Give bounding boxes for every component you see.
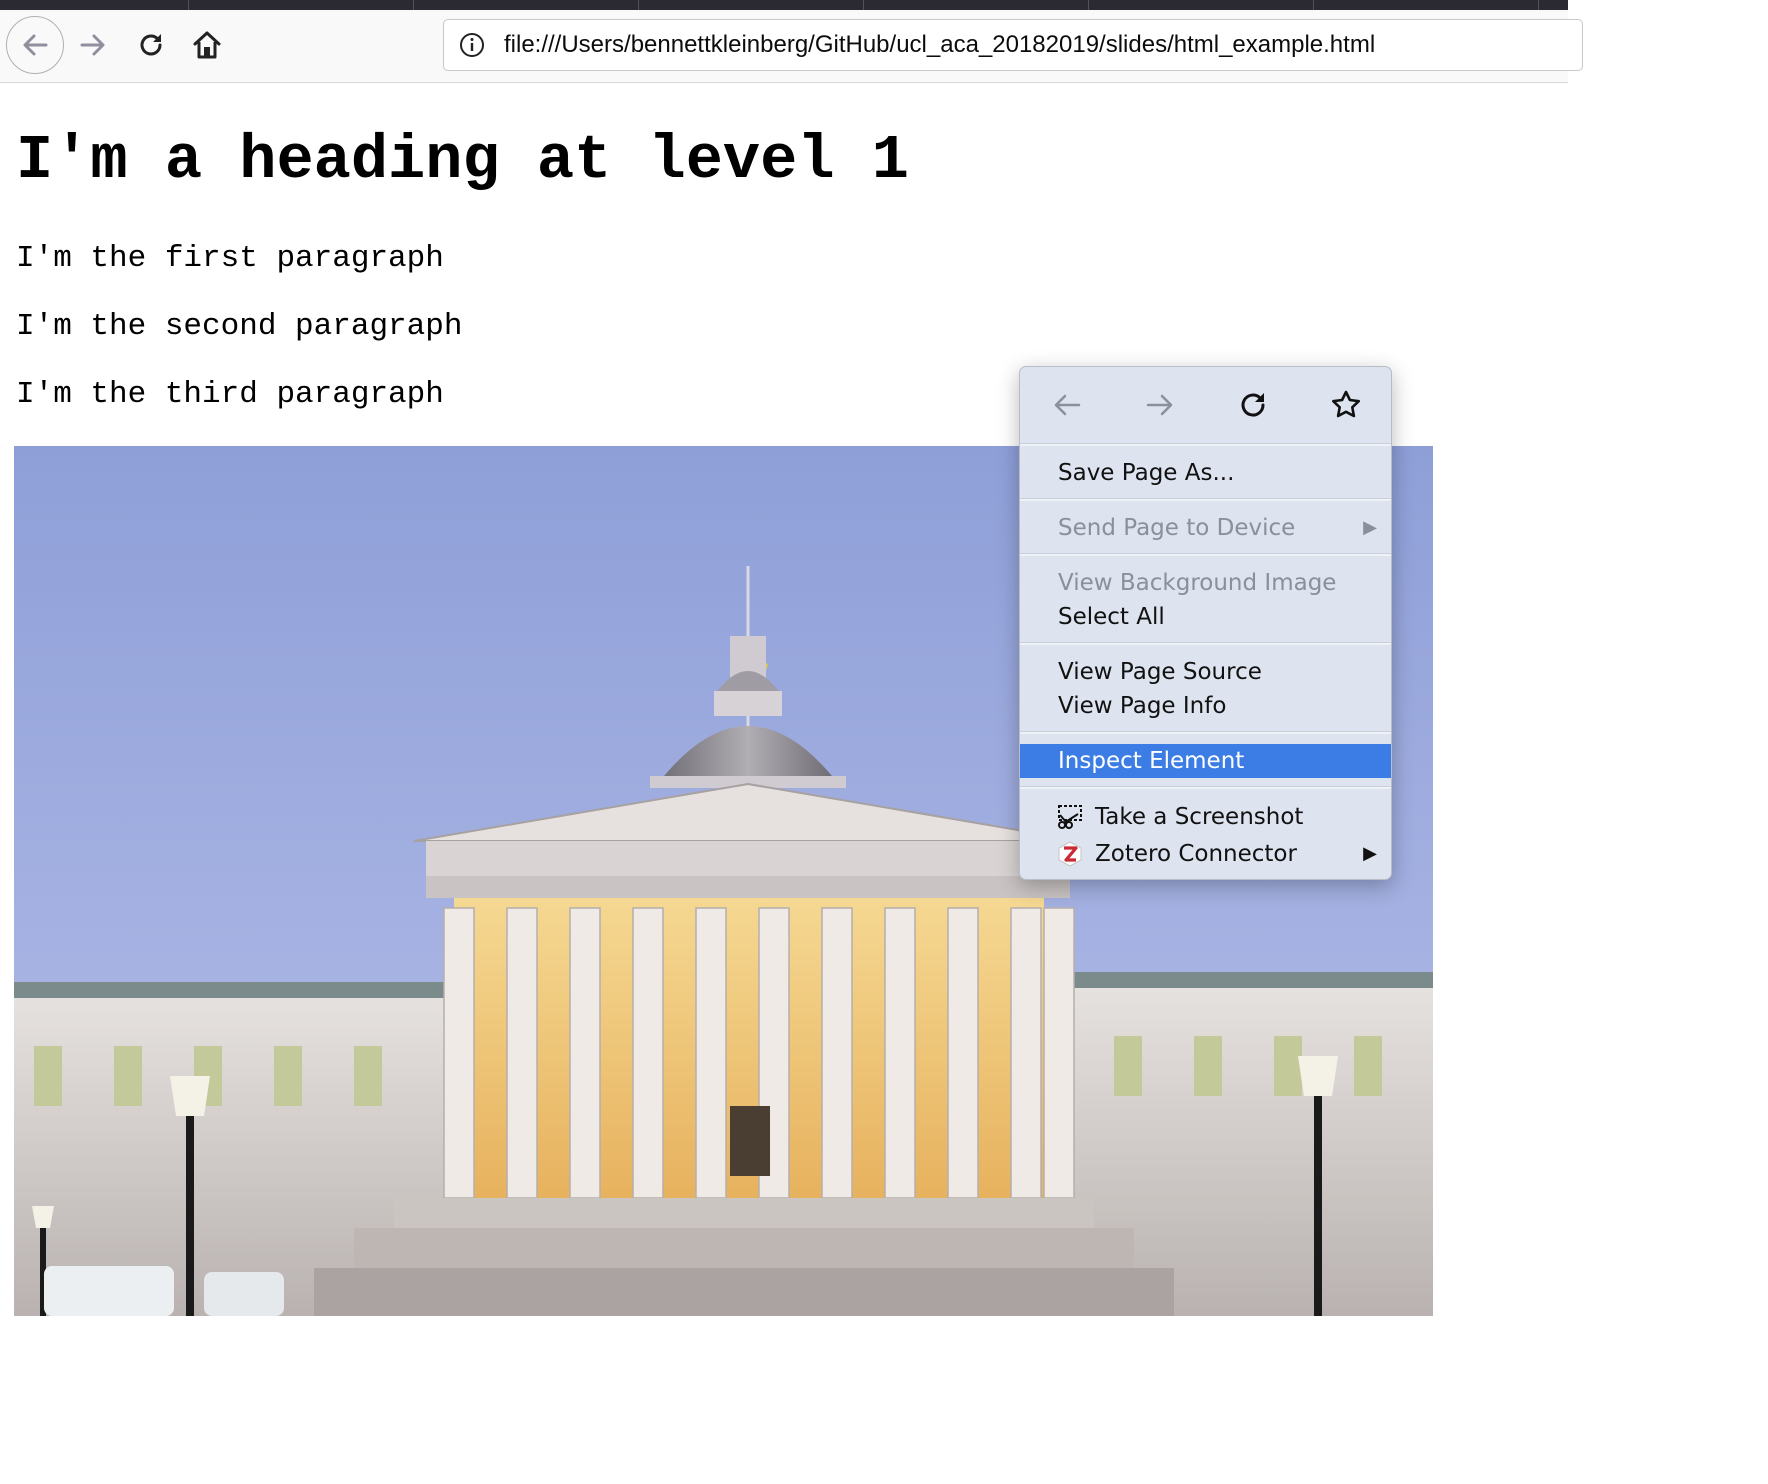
menu-item-select-all[interactable]: Select All — [1020, 600, 1391, 634]
info-icon[interactable] — [458, 31, 486, 59]
zotero-icon — [1058, 841, 1082, 867]
menu-separator — [1020, 498, 1391, 501]
submenu-arrow-icon: ▶ — [1363, 843, 1377, 864]
home-icon — [193, 31, 221, 59]
tab[interactable] — [864, 0, 1089, 10]
menu-item-view-background-image[interactable]: View Background Image — [1020, 566, 1391, 600]
menu-item-label: Send Page to Device — [1058, 515, 1296, 541]
back-button[interactable] — [6, 16, 64, 74]
forward-icon — [1146, 394, 1173, 416]
address-bar[interactable]: file:///Users/bennettkleinberg/GitHub/uc… — [443, 19, 1583, 71]
menu-item-label: Zotero Connector — [1095, 841, 1297, 867]
menu-item-take-screenshot[interactable]: Take a Screenshot — [1020, 800, 1391, 834]
reload-icon — [1241, 393, 1265, 417]
back-icon — [1054, 394, 1081, 416]
menu-item-label: View Background Image — [1058, 570, 1337, 596]
home-button[interactable] — [178, 16, 236, 74]
context-back-button[interactable] — [1047, 385, 1087, 425]
context-forward-button[interactable] — [1140, 385, 1180, 425]
menu-separator — [1020, 553, 1391, 556]
context-menu: Save Page As... Send Page to Device ▶ Vi… — [1019, 366, 1392, 880]
paragraph-2: I'm the second paragraph — [16, 309, 463, 344]
context-bookmark-button[interactable] — [1326, 385, 1366, 425]
menu-item-label: View Page Info — [1058, 693, 1227, 719]
tab[interactable] — [0, 0, 189, 10]
menu-item-zotero-connector[interactable]: Zotero Connector ▶ — [1020, 837, 1391, 871]
menu-item-inspect-element[interactable]: Inspect Element — [1020, 744, 1391, 778]
page-heading: I'm a heading at level 1 — [16, 125, 909, 196]
reload-icon — [140, 34, 162, 56]
reload-button[interactable] — [122, 16, 180, 74]
submenu-arrow-icon: ▶ — [1363, 517, 1377, 538]
tab[interactable] — [414, 0, 639, 10]
forward-arrow-icon — [80, 34, 105, 56]
menu-item-send-page-to-device[interactable]: Send Page to Device ▶ — [1020, 511, 1391, 545]
back-arrow-icon — [23, 34, 48, 56]
tab[interactable] — [1089, 0, 1314, 10]
navigation-toolbar: file:///Users/bennettkleinberg/GitHub/uc… — [0, 10, 1583, 83]
menu-separator — [1020, 642, 1391, 645]
menu-separator — [1020, 443, 1391, 446]
menu-separator — [1020, 786, 1391, 789]
menu-separator — [1020, 731, 1391, 734]
tab-strip — [0, 0, 1568, 10]
tab[interactable] — [189, 0, 414, 10]
menu-item-label: View Page Source — [1058, 659, 1262, 685]
menu-item-save-page-as[interactable]: Save Page As... — [1020, 456, 1391, 490]
bookmark-star-icon — [1332, 390, 1360, 418]
menu-item-label: Select All — [1058, 604, 1165, 630]
paragraph-1: I'm the first paragraph — [16, 241, 444, 276]
menu-item-label: Inspect Element — [1058, 748, 1245, 774]
menu-item-view-page-info[interactable]: View Page Info — [1020, 689, 1391, 723]
url-text[interactable]: file:///Users/bennettkleinberg/GitHub/uc… — [504, 31, 1375, 59]
paragraph-3: I'm the third paragraph — [16, 377, 444, 412]
screenshot-scissors-icon — [1058, 805, 1082, 829]
tab[interactable] — [639, 0, 864, 10]
context-reload-button[interactable] — [1233, 385, 1273, 425]
tab[interactable] — [1314, 0, 1539, 10]
menu-item-label: Save Page As... — [1058, 460, 1235, 486]
menu-item-label: Take a Screenshot — [1095, 804, 1304, 830]
menu-item-view-page-source[interactable]: View Page Source — [1020, 655, 1391, 689]
context-menu-nav-row — [1020, 367, 1391, 441]
forward-button[interactable] — [64, 16, 122, 74]
